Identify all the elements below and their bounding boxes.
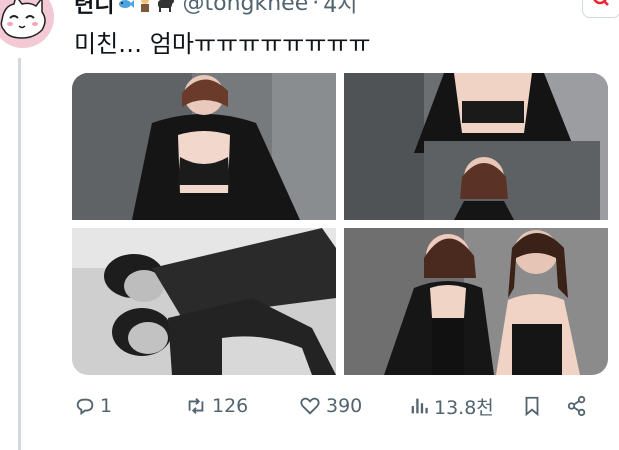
cow-emoji-icon [158, 0, 175, 12]
user-handle[interactable]: @tongknee [182, 0, 308, 16]
views-chart-icon [411, 398, 428, 414]
reply-icon [76, 398, 94, 416]
thread-line [18, 58, 21, 450]
tweet-actions: 1 126 390 13.8천 [72, 390, 612, 422]
avatar[interactable] [0, 0, 54, 48]
reply-button[interactable]: 1 [74, 390, 112, 422]
tweet-header: 텬니 @tongknee · 4시 [74, 0, 357, 18]
like-count: 390 [326, 395, 363, 417]
retweet-icon [188, 398, 204, 414]
photo-2-image [344, 73, 608, 220]
photo-1[interactable] [72, 73, 336, 220]
doll-emoji-icon [141, 0, 150, 12]
photo-4-image [344, 228, 608, 375]
share-button[interactable] [566, 390, 592, 422]
like-button[interactable]: 390 [298, 390, 362, 422]
tweet-text: 미친… 엄마ㅠㅠㅠㅠㅠㅠㅠㅠ [74, 30, 371, 58]
fish-emoji-icon [119, 0, 135, 8]
search-icon [593, 0, 609, 6]
view-count: 13.8천 [434, 396, 494, 419]
post-time[interactable]: 4시 [323, 0, 357, 19]
retweet-button[interactable]: 126 [184, 390, 248, 422]
photo-4[interactable] [344, 228, 608, 375]
media-grid [72, 73, 608, 375]
retweet-count: 126 [212, 395, 249, 417]
views-button[interactable]: 13.8천 [408, 390, 494, 422]
photo-3-image [72, 228, 336, 375]
top-right-action-button[interactable] [582, 0, 619, 18]
reply-count: 1 [100, 395, 113, 417]
photo-2[interactable] [344, 73, 608, 220]
photo-3[interactable] [72, 228, 336, 375]
cat-avatar-icon [0, 0, 54, 48]
separator-dot: · [312, 0, 320, 16]
heart-icon [300, 397, 320, 415]
photo-1-image [72, 73, 336, 220]
bookmark-button[interactable] [521, 390, 547, 422]
share-icon [567, 395, 586, 417]
display-name[interactable]: 텬니 [74, 0, 114, 19]
bookmark-icon [525, 396, 539, 417]
